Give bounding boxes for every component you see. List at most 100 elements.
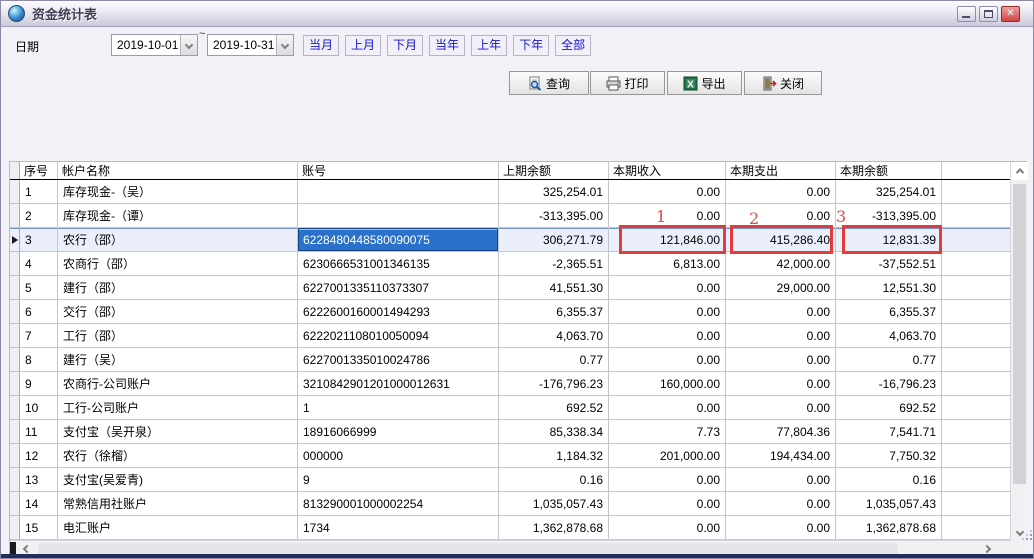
cell-account-number[interactable]: 18916066999 bbox=[298, 420, 499, 444]
table-row[interactable]: 2 库存现金-（谭） -313,395.00 0.00 0.00 -313,39… bbox=[10, 204, 1010, 228]
cell-extra[interactable] bbox=[942, 204, 1010, 228]
cell-balance[interactable]: -313,395.00 bbox=[836, 204, 942, 228]
cell-income[interactable]: 0.00 bbox=[609, 180, 726, 204]
cell-income[interactable]: 121,846.00 bbox=[609, 228, 726, 252]
cell-account-name[interactable]: 工行（邵） bbox=[58, 324, 298, 348]
vertical-scrollbar[interactable] bbox=[1010, 162, 1028, 540]
cell-income[interactable]: 0.00 bbox=[609, 348, 726, 372]
cell-expense[interactable]: 0.00 bbox=[726, 372, 836, 396]
cell-balance[interactable]: 692.52 bbox=[836, 396, 942, 420]
cell-extra[interactable] bbox=[942, 372, 1010, 396]
cell-account-number[interactable]: 6228480448580090075 bbox=[298, 228, 499, 252]
header-account-name[interactable]: 帐户名称 bbox=[58, 162, 298, 179]
cell-seq[interactable]: 12 bbox=[20, 444, 58, 468]
cell-balance[interactable]: 325,254.01 bbox=[836, 180, 942, 204]
quick-button-next-year[interactable]: 下年 bbox=[513, 35, 549, 56]
cell-expense[interactable]: 0.00 bbox=[726, 180, 836, 204]
cell-balance[interactable]: 4,063.70 bbox=[836, 324, 942, 348]
cell-expense[interactable]: 0.00 bbox=[726, 348, 836, 372]
table-row[interactable]: 7 工行（邵） 6222021108010050094 4,063.70 0.0… bbox=[10, 324, 1010, 348]
cell-seq[interactable]: 1 bbox=[20, 180, 58, 204]
vertical-scroll-thumb[interactable] bbox=[1013, 184, 1026, 484]
cell-account-number[interactable] bbox=[298, 180, 499, 204]
cell-prev-balance[interactable]: -2,365.51 bbox=[499, 252, 609, 276]
cell-seq[interactable]: 14 bbox=[20, 492, 58, 516]
cell-income[interactable]: 0.00 bbox=[609, 468, 726, 492]
cell-extra[interactable] bbox=[942, 228, 1010, 252]
cell-income[interactable]: 0.00 bbox=[609, 204, 726, 228]
cell-prev-balance[interactable]: 1,035,057.43 bbox=[499, 492, 609, 516]
cell-prev-balance[interactable]: 0.77 bbox=[499, 348, 609, 372]
date-to-dropdown-button[interactable] bbox=[276, 35, 293, 55]
header-prev-balance[interactable]: 上期余额 bbox=[499, 162, 609, 179]
cell-account-number[interactable] bbox=[298, 204, 499, 228]
cell-balance[interactable]: 0.77 bbox=[836, 348, 942, 372]
cell-account-name[interactable]: 库存现金-（谭） bbox=[58, 204, 298, 228]
cell-prev-balance[interactable]: -176,796.23 bbox=[499, 372, 609, 396]
cell-expense[interactable]: 0.00 bbox=[726, 396, 836, 420]
cell-extra[interactable] bbox=[942, 324, 1010, 348]
cell-seq[interactable]: 6 bbox=[20, 300, 58, 324]
cell-seq[interactable]: 5 bbox=[20, 276, 58, 300]
cell-expense[interactable]: 0.00 bbox=[726, 204, 836, 228]
close-button[interactable]: ✕ bbox=[1001, 6, 1020, 22]
cell-seq[interactable]: 4 bbox=[20, 252, 58, 276]
cell-prev-balance[interactable]: 6,355.37 bbox=[499, 300, 609, 324]
cell-prev-balance[interactable]: 692.52 bbox=[499, 396, 609, 420]
cell-extra[interactable] bbox=[942, 420, 1010, 444]
cell-account-name[interactable]: 农行（徐榴） bbox=[58, 444, 298, 468]
cell-expense[interactable]: 0.00 bbox=[726, 516, 836, 540]
cell-account-number[interactable]: 1734 bbox=[298, 516, 499, 540]
table-row[interactable]: 1 库存现金-（吴） 325,254.01 0.00 0.00 325,254.… bbox=[10, 180, 1010, 204]
cell-income[interactable]: 201,000.00 bbox=[609, 444, 726, 468]
cell-income[interactable]: 0.00 bbox=[609, 300, 726, 324]
cell-expense[interactable]: 0.00 bbox=[726, 324, 836, 348]
cell-seq[interactable]: 13 bbox=[20, 468, 58, 492]
table-row[interactable]: 11 支付宝（吴开泉） 18916066999 85,338.34 7.73 7… bbox=[10, 420, 1010, 444]
header-balance[interactable]: 本期余额 bbox=[836, 162, 942, 179]
minimize-button[interactable] bbox=[957, 6, 976, 22]
cell-account-name[interactable]: 农商行（邵） bbox=[58, 252, 298, 276]
cell-expense[interactable]: 0.00 bbox=[726, 300, 836, 324]
cell-extra[interactable] bbox=[942, 516, 1010, 540]
header-expense[interactable]: 本期支出 bbox=[726, 162, 836, 179]
cell-extra[interactable] bbox=[942, 180, 1010, 204]
cell-account-number[interactable]: 6227001335010024786 bbox=[298, 348, 499, 372]
cell-seq[interactable]: 9 bbox=[20, 372, 58, 396]
quick-button-all[interactable]: 全部 bbox=[555, 35, 591, 56]
cell-account-name[interactable]: 农商行-公司账户 bbox=[58, 372, 298, 396]
cell-balance[interactable]: 6,355.37 bbox=[836, 300, 942, 324]
cell-expense[interactable]: 77,804.36 bbox=[726, 420, 836, 444]
cell-expense[interactable]: 415,286.40 bbox=[726, 228, 836, 252]
table-row[interactable]: 15 电汇账户 1734 1,362,878.68 0.00 0.00 1,36… bbox=[10, 516, 1010, 540]
cell-account-name[interactable]: 常熟信用社账户 bbox=[58, 492, 298, 516]
cell-extra[interactable] bbox=[942, 444, 1010, 468]
cell-account-name[interactable]: 工行-公司账户 bbox=[58, 396, 298, 420]
cell-balance[interactable]: 12,551.30 bbox=[836, 276, 942, 300]
quick-button-prev-month[interactable]: 上月 bbox=[345, 35, 381, 56]
cell-account-number[interactable]: 3210842901201000012631 bbox=[298, 372, 499, 396]
cell-extra[interactable] bbox=[942, 468, 1010, 492]
cell-seq[interactable]: 7 bbox=[20, 324, 58, 348]
cell-income[interactable]: 0.00 bbox=[609, 396, 726, 420]
cell-extra[interactable] bbox=[942, 348, 1010, 372]
cell-account-number[interactable]: 1 bbox=[298, 396, 499, 420]
cell-income[interactable]: 0.00 bbox=[609, 492, 726, 516]
cell-prev-balance[interactable]: 306,271.79 bbox=[499, 228, 609, 252]
cell-prev-balance[interactable]: -313,395.00 bbox=[499, 204, 609, 228]
cell-seq[interactable]: 10 bbox=[20, 396, 58, 420]
cell-account-name[interactable]: 建行（吴） bbox=[58, 348, 298, 372]
export-button[interactable]: X 导出 bbox=[667, 71, 742, 95]
quick-button-next-month[interactable]: 下月 bbox=[387, 35, 423, 56]
cell-account-name[interactable]: 支付宝（吴开泉） bbox=[58, 420, 298, 444]
cell-seq[interactable]: 8 bbox=[20, 348, 58, 372]
close-form-button[interactable]: 关闭 bbox=[744, 71, 822, 95]
date-to-select[interactable]: 2019-10-31 bbox=[207, 34, 294, 56]
cell-balance[interactable]: 1,362,878.68 bbox=[836, 516, 942, 540]
cell-account-number[interactable]: 9 bbox=[298, 468, 499, 492]
cell-income[interactable]: 160,000.00 bbox=[609, 372, 726, 396]
cell-balance[interactable]: 12,831.39 bbox=[836, 228, 942, 252]
cell-seq[interactable]: 2 bbox=[20, 204, 58, 228]
table-row[interactable]: 6 交行（邵） 6222600160001494293 6,355.37 0.0… bbox=[10, 300, 1010, 324]
cell-seq[interactable]: 11 bbox=[20, 420, 58, 444]
